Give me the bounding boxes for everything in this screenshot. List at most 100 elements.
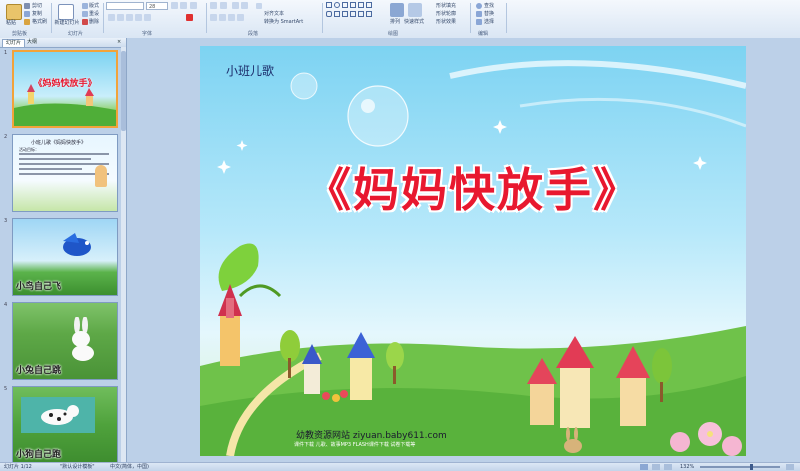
increase-indent-icon[interactable] [241,2,248,9]
paste-button[interactable]: 粘贴 [6,20,16,26]
separator [103,3,104,33]
separator [506,3,507,33]
slide-footer-links: 课件下载 儿歌、故事MP3 FLASH课件下载 试卷下载等 [294,442,416,448]
tab-slides[interactable]: 幻灯片 [2,39,26,47]
quick-styles-button[interactable]: 快速样式 [404,19,424,25]
paste-icon[interactable] [6,4,22,20]
decrease-indent-icon[interactable] [232,2,239,9]
shape-fill-button[interactable]: 形状填充 [436,3,456,9]
bullets-icon[interactable] [210,2,217,9]
shape-effects-button[interactable]: 形状效果 [436,19,456,25]
current-slide[interactable]: 小班儿歌 《妈妈快放手》 幼教资源网站 ziyuan.baby611.com 课… [200,46,746,456]
align-center-icon[interactable] [219,14,226,21]
slide-title[interactable]: 《妈妈快放手》 [200,154,746,220]
replace-icon [476,11,482,17]
pentagon-shape-icon[interactable] [334,11,340,17]
arrange-button[interactable]: 排列 [390,19,400,25]
italic-icon[interactable] [117,14,124,21]
underline-icon[interactable] [126,14,133,21]
smartart-button[interactable]: 转换为 SmartArt [264,19,303,25]
rabbit-icon [72,317,94,361]
slide-thumbnail-2[interactable]: 2 小班儿歌《妈妈快放手》 活动目标： [4,134,122,214]
slide-thumbnail-4[interactable]: 4 小兔自己跳 [4,302,122,382]
copy-button[interactable]: 复制 [32,11,42,17]
quick-styles-icon[interactable] [408,3,422,17]
shrink-font-icon[interactable] [180,2,187,9]
shadow-icon[interactable] [144,14,151,21]
drawing-group-label: 绘图 [388,31,399,37]
layout-button[interactable]: 版式 [89,3,99,9]
find-button[interactable]: 查找 [484,3,494,9]
normal-view-button[interactable] [640,464,648,470]
arrow-shape-icon[interactable] [358,2,364,8]
moon-shape-icon[interactable] [366,11,372,17]
align-text-button[interactable]: 对齐文本 [264,11,284,17]
replace-button[interactable]: 替换 [484,11,494,17]
rectangle-shape-icon[interactable] [326,2,332,8]
zoom-slider-thumb[interactable] [750,464,753,470]
slide-thumbnail-5[interactable]: 5 小狗自己跑 [4,386,122,462]
dog-icon [41,405,79,425]
triangle-shape-icon[interactable] [342,2,348,8]
star-shape-icon[interactable] [366,2,372,8]
zoom-slider[interactable] [700,466,780,468]
editing-group-label: 编辑 [478,31,489,37]
layout-icon [82,3,88,9]
shape-outline-button[interactable]: 形状轮廓 [436,11,456,17]
align-left-icon[interactable] [210,14,217,21]
reset-icon [82,11,88,17]
scrollbar-thumb[interactable] [121,51,126,131]
separator [51,3,52,33]
cut-button[interactable]: 剪切 [32,3,42,9]
line-shape-icon[interactable] [350,2,356,8]
slide-number: 4 [4,302,8,308]
thumbnail-image[interactable]: 小班儿歌《妈妈快放手》 活动目标： [12,134,118,212]
delete-icon [82,19,88,25]
separator [322,3,323,33]
slide-thumbnail-3[interactable]: 3 小鸟自己飞 [4,218,122,298]
find-icon [476,3,482,9]
slide-sorter-button[interactable] [652,464,660,470]
slideshow-button[interactable] [664,464,672,470]
new-slide-button[interactable]: 新建幻灯片 [54,20,80,26]
new-slide-icon[interactable] [58,4,74,20]
delete-button[interactable]: 删除 [89,19,99,25]
bold-icon[interactable] [108,14,115,21]
grow-font-icon[interactable] [171,2,178,9]
thumbnail-image[interactable]: 小鸟自己飞 [12,218,118,296]
pane-scrollbar[interactable] [121,47,126,462]
font-size-box[interactable]: 28 [146,2,168,10]
shapes-gallery[interactable] [326,2,382,28]
ribbon: 粘贴 剪切 复制 格式刷 剪贴板 新建幻灯片 版式 重设 删除 幻灯片 28 字… [0,0,800,39]
heart-shape-icon[interactable] [358,11,364,17]
oval-shape-icon[interactable] [334,2,340,8]
tab-outline[interactable]: 大纲 [24,39,40,46]
callout-shape-icon[interactable] [350,11,356,17]
fit-to-window-button[interactable] [786,464,794,470]
thumbnail-image[interactable]: 小兔自己跳 [12,302,118,380]
slide-subtitle[interactable]: 小班儿歌 [226,62,274,79]
clear-format-icon[interactable] [190,2,197,9]
numbering-icon[interactable] [220,2,227,9]
clipboard-group-label: 剪贴板 [12,31,28,37]
font-name-box[interactable] [106,2,144,10]
thumbnail-image[interactable]: 《妈妈快放手》 [12,50,118,128]
align-right-icon[interactable] [228,14,235,21]
reset-button[interactable]: 重设 [89,11,99,17]
separator [470,3,471,33]
arrange-icon[interactable] [390,3,404,17]
thumbnail-image[interactable]: 小狗自己跑 [12,386,118,462]
justify-icon[interactable] [237,14,244,21]
font-color-icon[interactable] [186,14,193,21]
close-pane-button[interactable]: × [114,39,124,46]
strikethrough-icon[interactable] [135,14,142,21]
slide-thumbnail-1[interactable]: 1 《妈妈快放手》 [4,50,122,130]
slide-number: 2 [4,134,8,140]
text-direction-icon[interactable] [256,3,262,9]
brace-shape-icon[interactable] [342,11,348,17]
slide-thumbnail-pane: 幻灯片 大纲 × 1 《妈妈快放手》 2 小班儿歌《妈妈快放手》 活动目标： 3… [0,38,127,462]
format-painter-button[interactable]: 格式刷 [32,19,47,25]
select-button[interactable]: 选择 [484,19,494,25]
thumbnail-caption: 小兔自己跳 [16,366,62,376]
rounded-rect-shape-icon[interactable] [326,11,332,17]
